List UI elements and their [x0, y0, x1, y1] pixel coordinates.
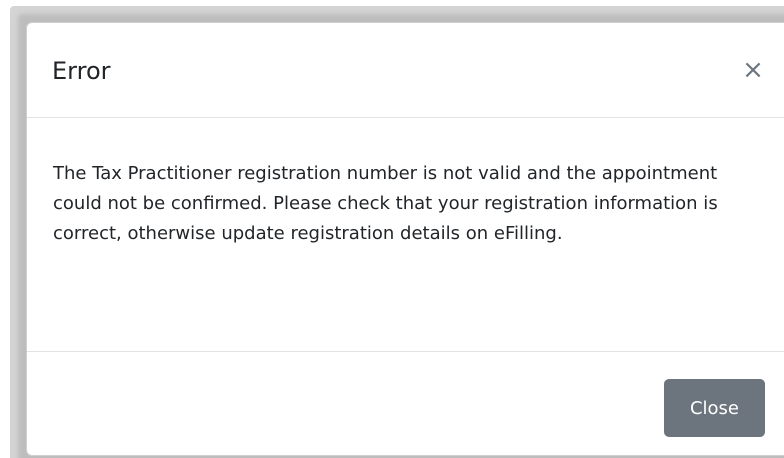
- screen: Error × The Tax Practitioner registratio…: [0, 0, 784, 458]
- dialog-header: Error ×: [27, 23, 784, 118]
- error-message: The Tax Practitioner registration number…: [53, 163, 718, 244]
- error-dialog: Error × The Tax Practitioner registratio…: [26, 22, 784, 456]
- close-button[interactable]: Close: [664, 379, 765, 437]
- close-icon[interactable]: ×: [740, 57, 766, 83]
- dialog-body: The Tax Practitioner registration number…: [27, 119, 784, 351]
- dialog-footer: Close: [27, 351, 784, 457]
- dialog-title: Error: [52, 57, 111, 85]
